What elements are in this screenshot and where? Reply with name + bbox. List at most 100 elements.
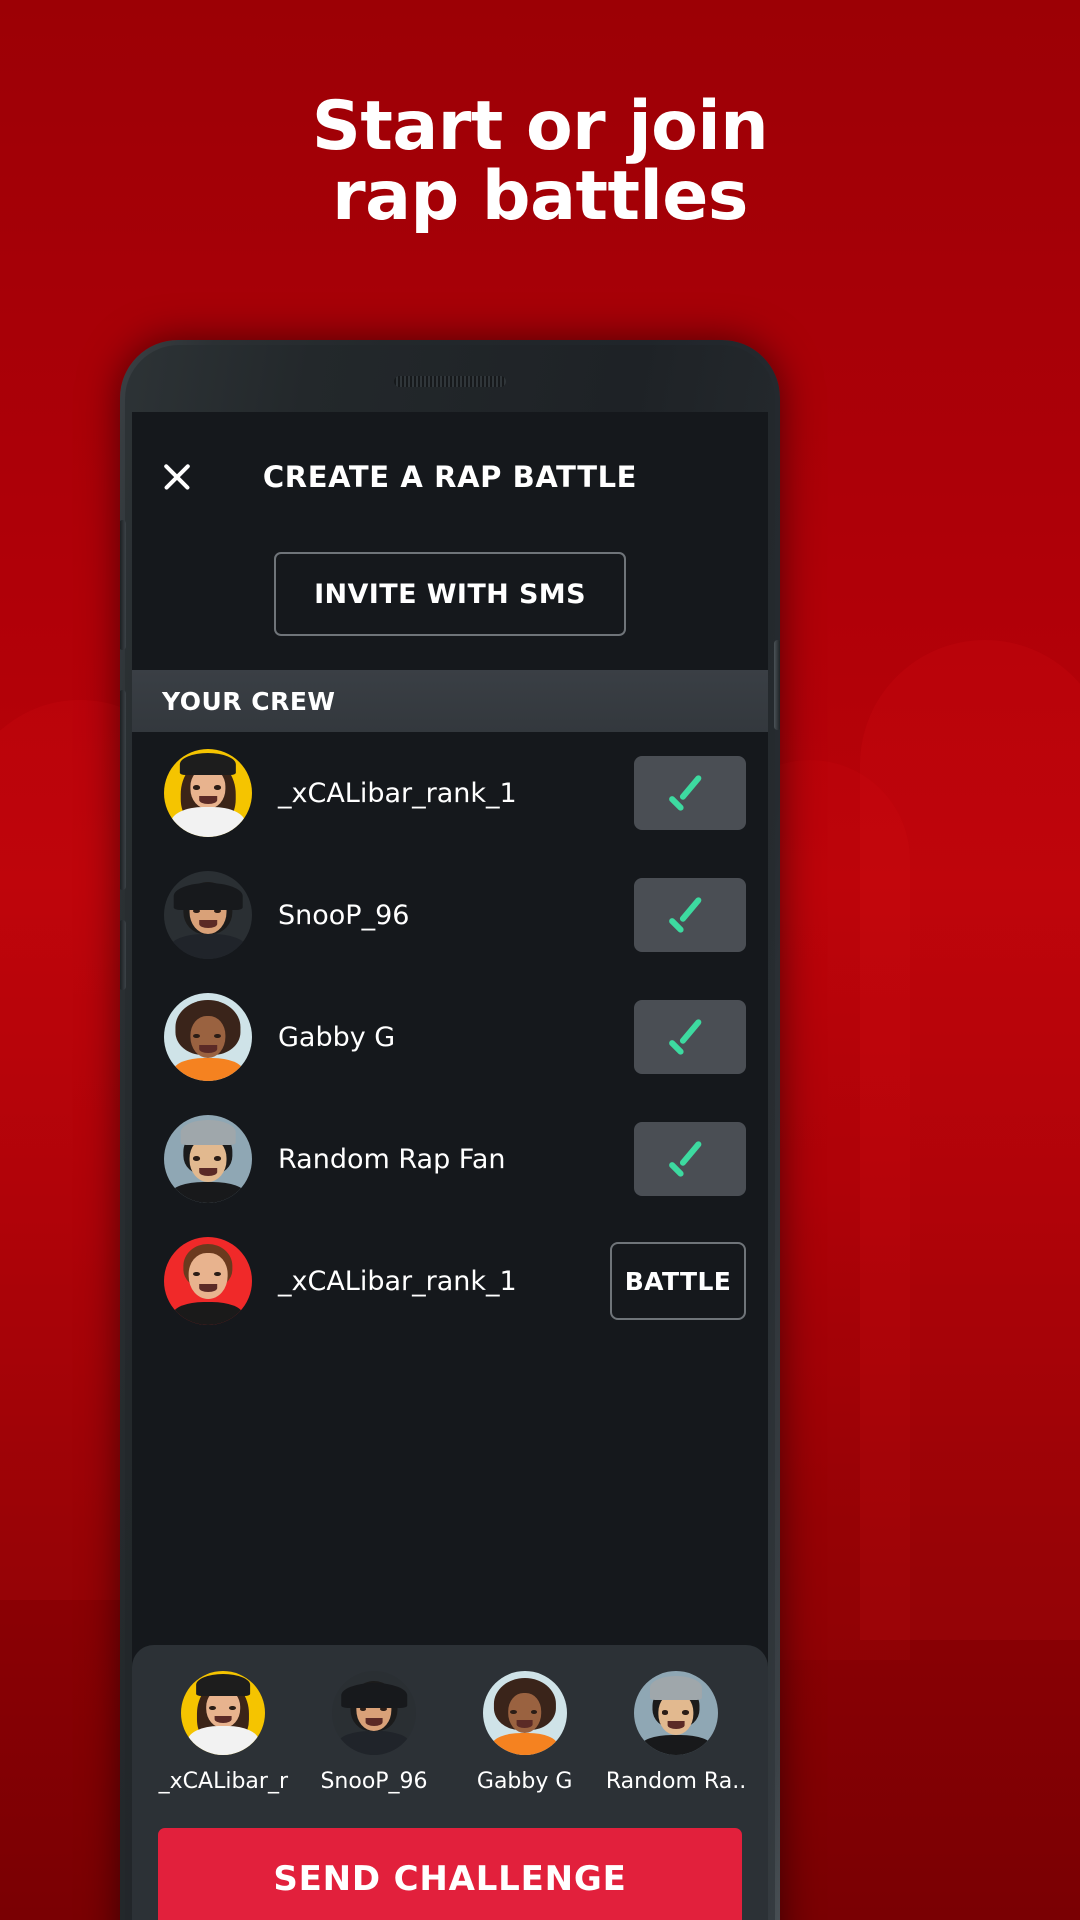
phone-power-button [774,640,780,730]
avatar-mouth [516,1720,534,1728]
crew-member-name: Random Rap Fan [278,1143,506,1175]
avatar-body [173,1058,243,1081]
crew-member-name: _xCALibar_rank_1 [278,1265,517,1297]
avatar [164,1115,252,1203]
select-member-checkbox[interactable] [634,1122,746,1196]
phone-side-button [120,920,126,990]
avatar-man-beanie [164,1115,252,1203]
avatar-woman-orange [482,1671,567,1755]
selected-user-label: SnooP_96 [320,1769,428,1794]
avatar-body [188,1726,259,1755]
avatar [164,749,252,837]
crew-list-item[interactable]: _xCALibar_rank_1 BATTLE [132,1220,768,1342]
avatar-body [170,934,246,959]
check-icon [670,1026,710,1048]
crew-list-item[interactable]: SnooP_96 [132,854,768,976]
phone-screen: CREATE A RAP BATTLE INVITE WITH SMS YOUR… [132,412,768,1920]
avatar-body [337,1731,411,1755]
avatar-eye [214,1033,222,1038]
crew-member-name: SnooP_96 [278,899,410,931]
avatar-eye [229,1705,236,1710]
crew-list-item[interactable]: _xCALibar_rank_1 [132,732,768,854]
avatar-headwear [649,1676,703,1700]
avatar-eye [214,785,222,790]
check-icon [670,782,710,804]
app-header: CREATE A RAP BATTLE [132,412,768,538]
avatar-woman-yellow [181,1671,266,1755]
avatar-headwear [179,752,237,776]
selected-user-chip[interactable]: Random Ra.. [606,1671,746,1794]
check-icon [670,1148,710,1170]
headline-line-2: rap battles [332,157,748,237]
phone-mockup: CREATE A RAP BATTLE INVITE WITH SMS YOUR… [120,340,780,1920]
avatar-mouth [199,1044,217,1053]
avatar-body [171,1181,245,1203]
crew-list-item[interactable]: Gabby G [132,976,768,1098]
check-icon [670,904,710,926]
avatar-headwear [173,883,243,910]
send-challenge-section: SEND CHALLENGE [132,1794,768,1920]
selected-user-chip[interactable]: _xCALibar_r [154,1671,293,1794]
earpiece-speaker-icon [394,376,506,387]
avatar-eye [209,1705,216,1710]
battle-button[interactable]: BATTLE [610,1242,746,1320]
avatar [332,1671,416,1755]
avatar-mouth [199,1283,217,1292]
avatar-mouth [365,1718,383,1726]
avatar-body [171,807,245,837]
avatar-mouth [667,1721,685,1729]
phone-side-button [120,520,126,650]
send-challenge-button[interactable]: SEND CHALLENGE [158,1828,742,1920]
avatar-mouth [199,795,217,804]
invite-section: INVITE WITH SMS [132,538,768,670]
selected-user-chip[interactable]: SnooP_96 [305,1671,444,1794]
avatar-eye [681,1710,689,1715]
headline-line-1: Start or join [311,87,769,166]
avatar [634,1671,719,1755]
avatar [164,1237,252,1325]
select-member-checkbox[interactable] [634,1000,746,1074]
avatar-eye [510,1709,518,1714]
avatar-man-headphones [332,1671,416,1755]
avatar-man-headphones [164,871,252,959]
avatar-body [640,1734,712,1755]
selected-user-label: Gabby G [476,1769,573,1794]
invite-with-sms-button[interactable]: INVITE WITH SMS [274,552,626,636]
avatar-mouth [199,1167,217,1176]
avatar-man-red [164,1237,252,1325]
selected-user-chip[interactable]: Gabby G [455,1671,594,1794]
avatar-headwear [196,1674,251,1697]
crew-list[interactable]: _xCALibar_rank_1 SnooP_96 Gabby G Random Ra… [132,732,768,1342]
avatar-eye [661,1710,669,1715]
avatar-headwear [180,1120,236,1145]
crew-member-name: Gabby G [278,1021,396,1053]
section-label: YOUR CREW [162,686,336,716]
avatar-woman-yellow [164,749,252,837]
crew-member-name: _xCALibar_rank_1 [278,777,517,809]
avatar [181,1671,266,1755]
avatar-woman-orange [164,993,252,1081]
selected-user-label: _xCALibar_r [158,1769,288,1794]
avatar-eye [193,785,201,790]
select-member-checkbox[interactable] [634,756,746,830]
avatar-eye [530,1709,538,1714]
phone-volume-button [120,690,126,890]
avatar-mouth [214,1715,232,1724]
avatar-man-beanie [634,1671,719,1755]
avatar-headwear [341,1682,407,1708]
avatar-eye [214,1156,222,1161]
avatar-mouth [199,920,217,929]
page-title: CREATE A RAP BATTLE [262,460,638,494]
promo-screenshot: Start or join rap battles CREATE A RAP B… [0,0,1080,1920]
crew-list-item[interactable]: Random Rap Fan [132,1098,768,1220]
avatar [482,1671,567,1755]
avatar-eye [193,1033,201,1038]
promo-headline: Start or join rap battles [0,91,1080,237]
select-member-checkbox[interactable] [634,878,746,952]
avatar-eye [193,1156,201,1161]
avatar [164,993,252,1081]
selected-avatars-row[interactable]: _xCALibar_r SnooP_96 Gabby G Random Ra.. [132,1671,768,1794]
avatar-body [491,1733,558,1755]
selected-users-tray: _xCALibar_r SnooP_96 Gabby G Random Ra.. SE… [132,1645,768,1920]
avatar [164,871,252,959]
